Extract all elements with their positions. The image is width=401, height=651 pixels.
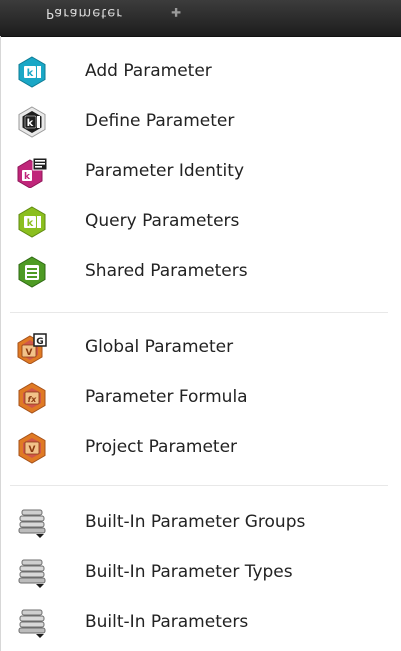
item-label: Global Parameter [85,337,234,357]
project-parameter-icon: V [18,432,46,464]
group-divider [10,312,388,313]
builtin-parameter-groups-icon [18,509,46,538]
query-parameters-icon: k [18,206,46,238]
list-item-add-parameter[interactable]: k Add Parameter [0,46,390,96]
panel-header: Parameter ✚ [0,0,401,37]
svg-text:k: k [27,68,34,79]
item-label: Parameter Formula [85,387,248,407]
svg-text:fx: fx [28,395,37,404]
list-item-query-parameters[interactable]: k Query Parameters [0,196,390,246]
list-item-global-parameter[interactable]: V G Global Parameter [0,322,390,372]
parameter-formula-icon: fx [18,382,46,414]
panel-title: Parameter [46,5,123,20]
define-parameter-icon: k [18,106,46,138]
list-item-parameter-formula[interactable]: fx Parameter Formula [0,372,390,422]
list-item-builtin-parameters[interactable]: Built-In Parameters [0,597,390,647]
parameter-identity-icon: k [17,157,48,188]
svg-text:k: k [24,172,31,182]
group-divider [10,485,388,486]
item-label: Built-In Parameter Types [85,562,293,582]
list-item-parameter-identity[interactable]: k Parameter Identity [0,146,390,196]
list-item-shared-parameters[interactable]: Shared Parameters [0,246,390,296]
node-list: k Add Parameter k Define Parameter k Par… [0,36,401,651]
global-parameter-icon: V G [17,333,47,364]
builtin-parameter-types-icon [18,559,46,588]
item-label: Parameter Identity [85,161,245,181]
item-label: Shared Parameters [85,261,248,281]
svg-text:V: V [29,445,36,455]
add-parameter-icon: k [18,56,46,88]
svg-text:k: k [27,118,34,129]
item-label: Built-In Parameters [85,612,249,632]
item-label: Define Parameter [85,111,235,131]
svg-text:G: G [36,337,43,347]
list-item-builtin-parameter-groups[interactable]: Built-In Parameter Groups [0,497,390,547]
item-label: Project Parameter [85,437,238,457]
item-label: Query Parameters [85,211,240,231]
builtin-parameters-icon [18,609,46,638]
list-item-project-parameter[interactable]: V Project Parameter [0,422,390,472]
list-item-builtin-parameter-types[interactable]: Built-In Parameter Types [0,547,390,597]
item-label: Built-In Parameter Groups [85,512,306,532]
svg-text:k: k [27,218,34,229]
pin-icon[interactable]: ✚ [166,2,186,22]
svg-text:V: V [26,348,33,358]
list-item-define-parameter[interactable]: k Define Parameter [0,96,390,146]
item-label: Add Parameter [85,61,212,81]
shared-parameters-icon [18,256,46,288]
